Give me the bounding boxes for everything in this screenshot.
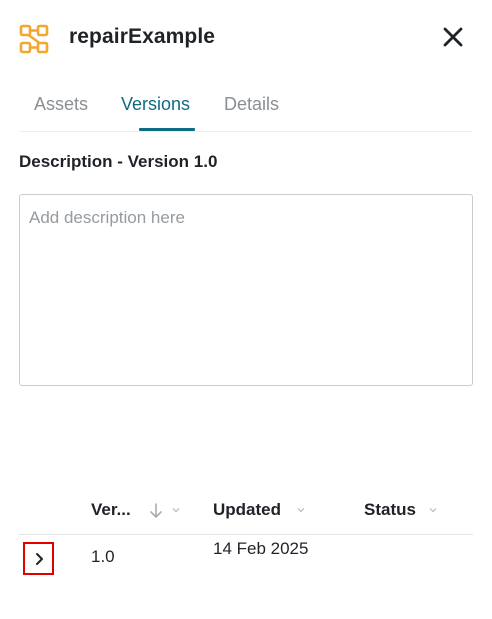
close-icon <box>443 27 463 47</box>
network-nodes-icon <box>19 24 49 54</box>
sort-descending-icon[interactable] <box>149 503 163 519</box>
version-cell: 1.0 <box>91 547 115 566</box>
active-tab-indicator <box>139 128 195 131</box>
column-header-version[interactable]: Ver... <box>91 500 131 520</box>
panel-header: repairExample <box>0 0 492 76</box>
tab-bar: Assets Versions Details <box>19 84 473 132</box>
expand-row-button[interactable] <box>23 542 54 575</box>
tab-assets[interactable]: Assets <box>34 94 88 115</box>
chevron-down-icon[interactable] <box>429 507 437 513</box>
close-button[interactable] <box>438 22 468 52</box>
chevron-down-icon[interactable] <box>297 507 305 513</box>
description-field[interactable] <box>19 194 473 386</box>
updated-cell: 14 Feb 2025 <box>213 539 309 558</box>
panel-title: repairExample <box>69 25 216 48</box>
table-header: Ver... Updated Status <box>19 492 473 535</box>
column-header-label: Status <box>364 500 416 519</box>
column-header-status[interactable]: Status <box>364 500 416 520</box>
tab-details[interactable]: Details <box>224 94 279 115</box>
column-header-label: Ver... <box>91 500 131 519</box>
column-header-label: Updated <box>213 500 281 519</box>
column-header-updated[interactable]: Updated <box>213 500 281 520</box>
chevron-down-icon[interactable] <box>172 507 180 513</box>
versions-table: Ver... Updated Status 1.0 14 Feb 2025 <box>19 492 473 583</box>
description-heading: Description - Version 1.0 <box>19 152 218 171</box>
chevron-right-icon <box>35 552 43 565</box>
table-row: 1.0 14 Feb 2025 <box>19 535 473 583</box>
tab-versions[interactable]: Versions <box>121 94 190 115</box>
